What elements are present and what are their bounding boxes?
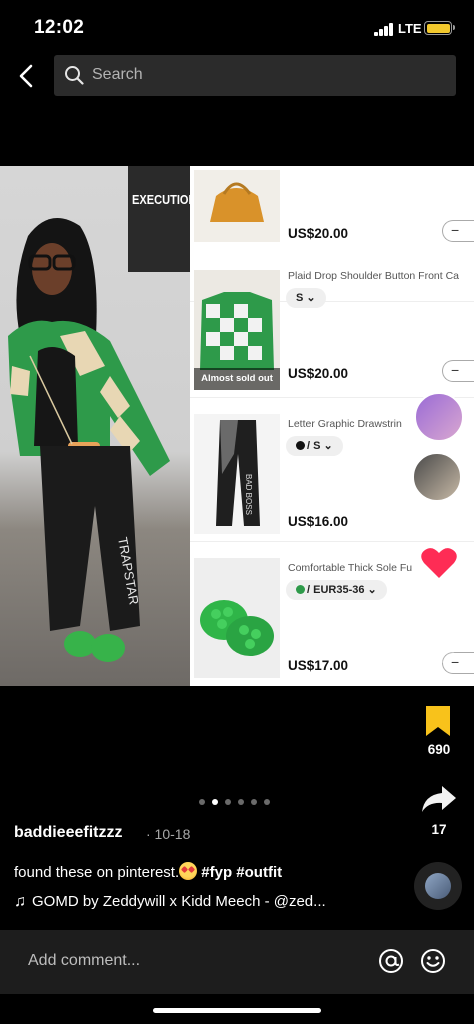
product-image: BAD BOSS: [194, 414, 280, 534]
emoji-icon[interactable]: [420, 948, 446, 974]
music-disc[interactable]: [414, 862, 462, 910]
sold-out-badge: Almost sold out: [194, 368, 280, 390]
search-input[interactable]: Search: [54, 55, 456, 96]
product-price: US$16.00: [288, 514, 349, 529]
network-label: LTE: [398, 21, 422, 36]
battery-icon: [424, 21, 455, 35]
product-image: [194, 170, 280, 242]
page-dot[interactable]: [251, 799, 257, 805]
creator-avatar[interactable]: [412, 452, 462, 502]
quantity-minus-button[interactable]: −: [442, 220, 474, 242]
comment-icon[interactable]: [416, 624, 456, 664]
page-dot-active[interactable]: [212, 799, 218, 805]
chevron-left-icon: [19, 64, 33, 88]
product-title: Letter Graphic Drawstrin: [288, 418, 402, 430]
bookmark-button[interactable]: [424, 704, 452, 738]
product-price: US$20.00: [288, 366, 349, 381]
carousel-pagination: [199, 792, 277, 805]
color-swatch: [296, 441, 305, 450]
heart-eyes-emoji-icon: [179, 862, 198, 880]
product-image: Almost sold out: [194, 270, 280, 390]
comment-input[interactable]: Add comment...: [28, 952, 140, 970]
svg-text:BAD BOSS: BAD BOSS: [244, 474, 253, 515]
product-price: US$17.00: [288, 658, 349, 673]
like-button[interactable]: [420, 546, 458, 580]
page-dot[interactable]: [264, 799, 270, 805]
bookmark-count: 690: [427, 742, 451, 757]
comment-bar: Add comment...: [0, 930, 474, 994]
product-price: US$20.00: [288, 226, 349, 241]
outfit-photo: EXECUTION TRAPSTAR: [0, 166, 190, 686]
mention-icon[interactable]: [378, 948, 404, 974]
search-placeholder: Search: [92, 66, 143, 83]
product-image: [194, 558, 280, 678]
music-track[interactable]: ♫ GOMD by Zeddywill x Kidd Meech - @zed..…: [14, 893, 326, 911]
post-media[interactable]: EXECUTION TRAPSTAR: [0, 166, 474, 686]
back-button[interactable]: [12, 60, 44, 92]
variant-selector[interactable]: / EUR35-36 ⌄: [286, 580, 387, 600]
product-title: Plaid Drop Shoulder Button Front Ca: [288, 270, 460, 282]
share-count: 17: [431, 822, 447, 837]
chevron-down-icon: ⌄: [306, 292, 316, 304]
signal-icon: [374, 22, 394, 36]
quantity-minus-button[interactable]: −: [442, 360, 474, 382]
chevron-down-icon: ⌄: [367, 584, 377, 596]
page-dot[interactable]: [225, 799, 231, 805]
page-dot[interactable]: [199, 799, 205, 805]
product-title: Comfortable Thick Sole Fu: [288, 562, 413, 574]
variant-selector[interactable]: S ⌄: [286, 288, 326, 308]
hashtags[interactable]: #fyp #outfit: [197, 864, 282, 881]
share-button[interactable]: [420, 784, 458, 814]
music-note-icon: ♫: [14, 893, 26, 910]
chevron-down-icon: ⌄: [323, 440, 333, 452]
person-figure: TRAPSTAR: [8, 218, 170, 662]
post-date: · 10-18: [146, 826, 191, 842]
username[interactable]: baddieeefitzzz: [14, 824, 122, 842]
clock: 12:02: [34, 17, 85, 38]
caption: found these on pinterest. #fyp #outfit: [14, 862, 283, 881]
variant-selector[interactable]: / S ⌄: [286, 436, 343, 456]
color-swatch: [296, 585, 305, 594]
status-bar: 12:02 LTE: [0, 0, 474, 56]
product-row[interactable]: Almost sold out Plaid Drop Shoulder Butt…: [190, 262, 474, 398]
search-icon: [65, 66, 84, 85]
home-indicator[interactable]: [153, 1008, 321, 1013]
creator-avatar[interactable]: [414, 392, 464, 442]
album-art: [425, 873, 451, 899]
page-dot[interactable]: [238, 799, 244, 805]
